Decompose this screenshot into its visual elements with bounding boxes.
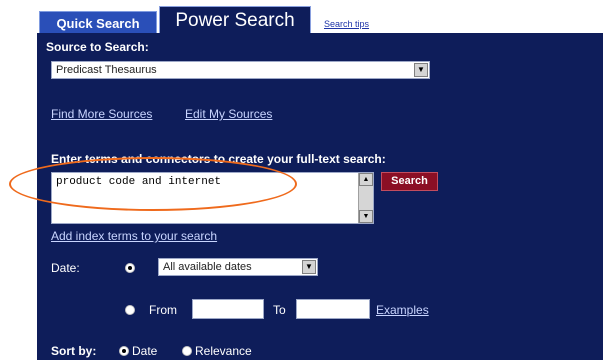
date-range-select[interactable]: All available dates ▼ bbox=[158, 258, 318, 276]
source-select-value: Predicast Thesaurus bbox=[56, 64, 157, 76]
edit-my-sources-link[interactable]: Edit My Sources bbox=[185, 107, 272, 121]
textarea-scrollbar[interactable]: ▲ ▼ bbox=[358, 173, 373, 223]
chevron-down-icon[interactable]: ▼ bbox=[414, 63, 428, 77]
highlight-ellipse bbox=[9, 157, 297, 211]
tab-quick-search[interactable]: Quick Search bbox=[39, 11, 157, 34]
from-date-input[interactable] bbox=[192, 299, 264, 319]
search-tips-link[interactable]: Search tips bbox=[324, 19, 369, 29]
to-label: To bbox=[273, 303, 286, 317]
date-from-to-radio[interactable] bbox=[125, 305, 135, 315]
scroll-up-icon[interactable]: ▲ bbox=[359, 173, 373, 186]
sort-relevance-label: Relevance bbox=[195, 344, 252, 358]
to-date-input[interactable] bbox=[296, 299, 370, 319]
examples-link[interactable]: Examples bbox=[376, 303, 429, 317]
add-index-terms-link[interactable]: Add index terms to your search bbox=[51, 229, 217, 243]
sort-date-radio[interactable] bbox=[119, 346, 129, 356]
scroll-down-icon[interactable]: ▼ bbox=[359, 210, 373, 223]
source-title: Source to Search: bbox=[46, 40, 149, 54]
date-range-value: All available dates bbox=[163, 261, 252, 273]
from-label: From bbox=[149, 303, 177, 317]
sort-date-label: Date bbox=[132, 344, 158, 358]
chevron-down-icon[interactable]: ▼ bbox=[302, 260, 316, 274]
find-more-sources-link[interactable]: Find More Sources bbox=[51, 107, 152, 121]
search-button[interactable]: Search bbox=[381, 172, 438, 191]
source-select[interactable]: Predicast Thesaurus ▼ bbox=[51, 61, 430, 79]
tab-bar: Quick Search Power Search Search tips bbox=[37, 6, 603, 36]
sort-label: Sort by: bbox=[51, 344, 97, 358]
sort-relevance-radio[interactable] bbox=[182, 346, 192, 356]
tab-power-search[interactable]: Power Search bbox=[159, 6, 311, 36]
date-label: Date: bbox=[51, 261, 80, 275]
date-all-radio[interactable] bbox=[125, 263, 135, 273]
